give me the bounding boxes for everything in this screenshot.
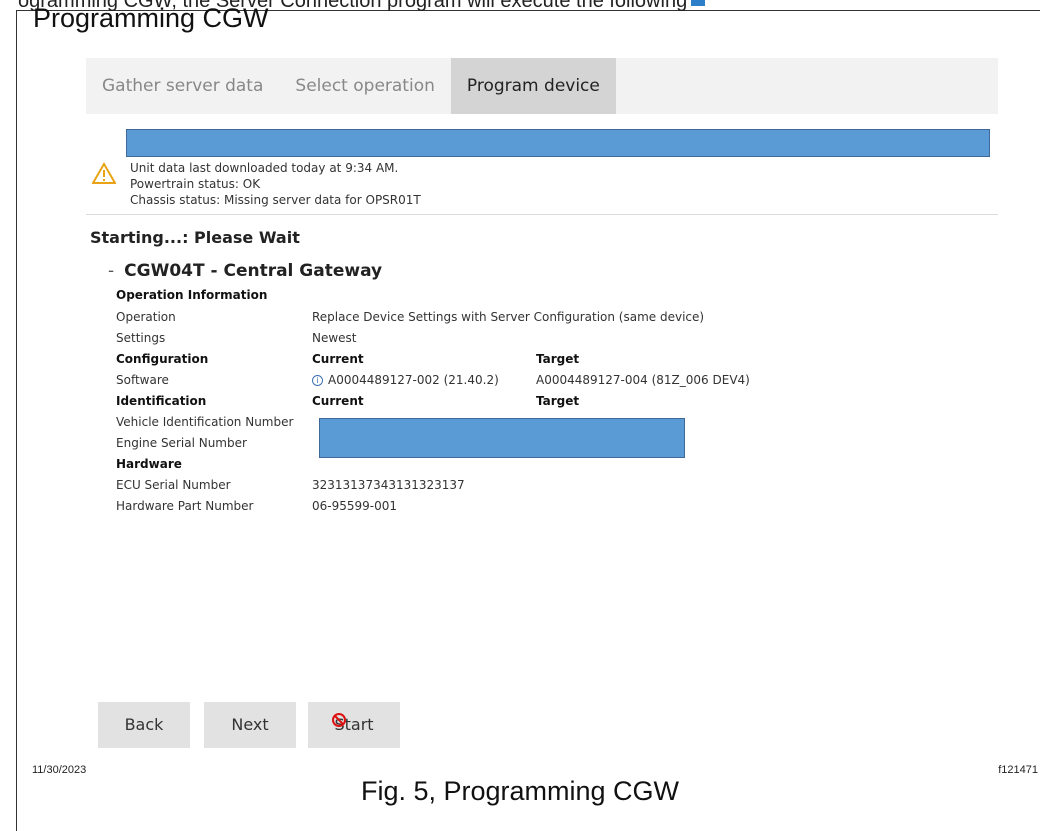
ecu-serial-label: ECU Serial Number xyxy=(116,478,231,492)
ecu-serial-value: 32313137343131323137 xyxy=(312,478,465,492)
back-button[interactable]: Back xyxy=(98,702,190,748)
status-powertrain: Powertrain status: OK xyxy=(130,177,261,191)
device-header[interactable]: - CGW04T - Central Gateway xyxy=(108,261,382,281)
start-button[interactable]: Start xyxy=(308,702,400,748)
collapse-icon[interactable]: - xyxy=(108,261,114,281)
tab-select-operation[interactable]: Select operation xyxy=(279,58,450,114)
software-current: i A0004489127-002 (21.40.2) xyxy=(312,373,499,391)
progress-bar xyxy=(126,129,990,157)
operation-value: Replace Device Settings with Server Conf… xyxy=(312,310,705,324)
operation-information-heading: Operation Information xyxy=(116,288,268,302)
tab-program-device[interactable]: Program device xyxy=(450,58,616,114)
programming-window: Gather server data Select operation Prog… xyxy=(86,58,998,758)
warning-icon xyxy=(92,162,116,184)
wizard-tabs: Gather server data Select operation Prog… xyxy=(86,58,998,114)
hardware-part-number-label: Hardware Part Number xyxy=(116,499,254,513)
hardware-heading: Hardware xyxy=(116,457,182,471)
identification-target-heading: Target xyxy=(536,394,580,408)
figure-id: f121471 xyxy=(998,764,1038,776)
status-download-time: Unit data last downloaded today at 9:34 … xyxy=(130,161,399,175)
identification-heading: Identification xyxy=(116,394,207,408)
software-label: Software xyxy=(116,373,169,387)
operation-label: Operation xyxy=(116,310,176,324)
vin-label: Vehicle Identification Number xyxy=(116,415,294,429)
settings-label: Settings xyxy=(116,331,166,345)
next-button[interactable]: Next xyxy=(204,702,296,748)
identification-current-heading: Current xyxy=(312,394,364,408)
redacted-identification-values xyxy=(319,418,685,458)
settings-value: Newest xyxy=(312,331,357,345)
starting-message: Starting...: Please Wait xyxy=(90,228,300,247)
status-panel: Unit data last downloaded today at 9:34 … xyxy=(86,158,998,215)
status-chassis: Chassis status: Missing server data for … xyxy=(130,193,421,207)
configuration-target-heading: Target xyxy=(536,352,580,366)
document-date: 11/30/2023 xyxy=(32,764,87,776)
tab-gather-server-data[interactable]: Gather server data xyxy=(86,58,279,114)
hardware-part-number-value: 06-95599-001 xyxy=(312,499,398,513)
device-title: CGW04T - Central Gateway xyxy=(124,261,383,281)
info-icon[interactable]: i xyxy=(312,375,323,386)
software-target: A0004489127-004 (81Z_006 DEV4) xyxy=(536,373,750,387)
document-title: Programming CGW xyxy=(33,3,269,33)
figure-caption: Fig. 5, Programming CGW xyxy=(360,776,680,806)
esn-label: Engine Serial Number xyxy=(116,436,247,450)
configuration-heading: Configuration xyxy=(116,352,209,366)
disabled-icon xyxy=(332,713,346,727)
configuration-current-heading: Current xyxy=(312,352,364,366)
